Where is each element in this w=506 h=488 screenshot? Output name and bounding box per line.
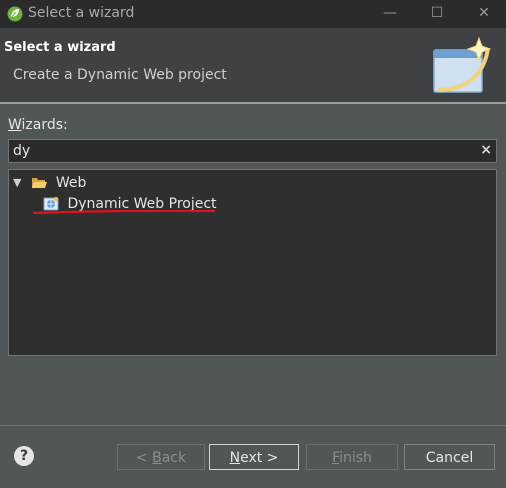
help-icon[interactable]: ? (14, 446, 34, 466)
chevron-down-icon[interactable]: ▼ (13, 173, 27, 193)
finish-button[interactable]: Finish (306, 444, 398, 470)
wizard-filter-input[interactable] (13, 141, 473, 161)
minimize-button[interactable]: — (370, 0, 410, 28)
header-message: Create a Dynamic Web project (13, 67, 227, 83)
finish-button-text: inish (339, 450, 372, 466)
clear-filter-icon[interactable]: × (480, 142, 492, 158)
next-button[interactable]: Next > (209, 444, 299, 470)
header-separator (0, 102, 506, 104)
back-button[interactable]: < Back (117, 444, 205, 470)
back-button-text: ack (161, 450, 187, 466)
footer-separator (0, 425, 506, 426)
wizard-tree[interactable]: ▼ Web Dynamic Web Project (8, 169, 497, 356)
back-button-prefix: < (135, 450, 153, 466)
back-button-mnemonic: B (152, 450, 162, 466)
cancel-button[interactable]: Cancel (404, 444, 495, 470)
wizards-label: Wizards: (8, 117, 68, 133)
maximize-button[interactable]: ☐ (417, 0, 457, 28)
wizards-label-mnemonic: W (8, 117, 22, 133)
wizard-header: Select a wizard Create a Dynamic Web pro… (0, 28, 506, 103)
wizard-banner-icon (433, 36, 492, 93)
next-button-mnemonic: N (229, 450, 241, 466)
window-titlebar[interactable]: Select a wizard — ☐ ✕ (0, 0, 506, 28)
header-title: Select a wizard (4, 40, 116, 55)
tree-item-label: Web (55, 175, 87, 191)
wizards-label-text: izards: (21, 117, 68, 133)
wizard-filter-field[interactable]: × (8, 139, 497, 163)
tree-item-web[interactable]: ▼ Web (13, 173, 86, 193)
next-button-text: ext > (240, 450, 279, 466)
window-title: Select a wizard (28, 5, 135, 21)
folder-open-icon (32, 178, 48, 188)
close-button[interactable]: ✕ (464, 0, 504, 28)
red-annotation-underline (33, 210, 215, 214)
spring-leaf-icon (7, 6, 23, 22)
